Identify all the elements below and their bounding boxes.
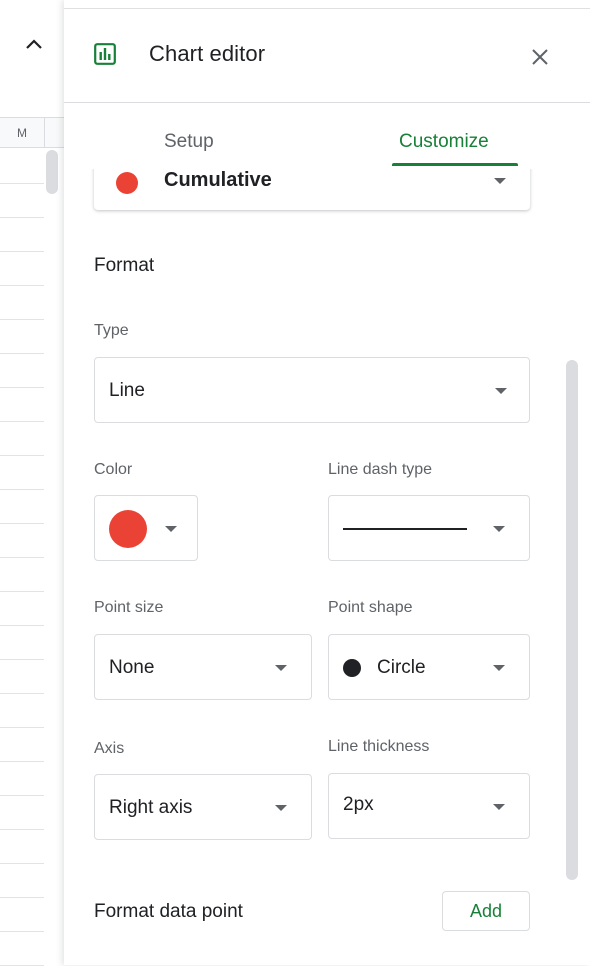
point-size-value: None	[109, 657, 155, 678]
sheet-row[interactable]	[0, 592, 44, 626]
point-shape-select[interactable]: Circle	[328, 634, 530, 700]
sheet-row[interactable]	[0, 558, 44, 592]
line-dash-type-label: Line dash type	[328, 461, 433, 478]
sheet-row[interactable]	[0, 320, 44, 354]
line-thickness-value: 2px	[343, 794, 374, 815]
tab-setup[interactable]: Setup	[164, 131, 214, 153]
sheet-row[interactable]	[0, 694, 44, 728]
sheet-row[interactable]	[0, 864, 44, 898]
sheet-row[interactable]	[0, 388, 44, 422]
axis-label: Axis	[94, 740, 125, 757]
sheet-row[interactable]	[0, 422, 44, 456]
sheet-scrollbar[interactable]	[46, 150, 58, 194]
format-section-title: Format	[94, 255, 155, 276]
point-shape-label: Point shape	[328, 599, 413, 616]
chevron-down-icon	[495, 388, 507, 394]
sheet-row[interactable]	[0, 218, 44, 252]
type-label: Type	[94, 322, 129, 339]
series-label: Cumulative	[164, 169, 272, 191]
sheet-row[interactable]	[0, 660, 44, 694]
point-size-label: Point size	[94, 599, 164, 616]
axis-select[interactable]: Right axis	[94, 774, 312, 840]
sheet-row[interactable]	[0, 184, 44, 218]
chevron-up-icon	[26, 39, 42, 49]
column-header-m[interactable]: M	[0, 118, 45, 147]
active-tab-indicator	[392, 163, 518, 166]
close-icon	[532, 49, 548, 65]
add-data-point-button[interactable]: Add	[442, 891, 530, 931]
sheet-row[interactable]	[0, 898, 44, 932]
circle-shape-icon	[343, 659, 361, 677]
sheet-row[interactable]	[0, 796, 44, 830]
color-label: Color	[94, 461, 133, 478]
chevron-down-icon	[493, 526, 505, 532]
line-thickness-label: Line thickness	[328, 738, 430, 755]
sheet-row[interactable]	[0, 252, 44, 286]
chevron-down-icon	[275, 805, 287, 811]
spreadsheet-strip: M	[0, 0, 65, 966]
type-value: Line	[109, 380, 145, 401]
type-select[interactable]: Line	[94, 357, 530, 423]
sheet-row[interactable]	[0, 286, 44, 320]
sheet-rows	[0, 150, 44, 966]
sheet-row[interactable]	[0, 490, 44, 524]
editor-header: Chart editor	[64, 9, 590, 103]
chevron-down-icon	[275, 665, 287, 671]
color-swatch	[109, 510, 147, 548]
axis-value: Right axis	[109, 797, 193, 818]
sheet-row[interactable]	[0, 626, 44, 660]
column-header-row: M	[0, 117, 64, 148]
color-select[interactable]	[94, 495, 198, 561]
line-dash-type-select[interactable]	[328, 495, 530, 561]
solid-line-preview	[343, 528, 467, 530]
sheet-row[interactable]	[0, 830, 44, 864]
chevron-down-icon	[493, 804, 505, 810]
sheet-row[interactable]	[0, 354, 44, 388]
point-size-select[interactable]: None	[94, 634, 312, 700]
tab-customize[interactable]: Customize	[399, 131, 489, 153]
chevron-down-icon	[493, 665, 505, 671]
sheet-row[interactable]	[0, 524, 44, 558]
collapse-toolbar-button[interactable]	[20, 30, 48, 58]
chevron-down-icon	[494, 178, 506, 184]
bar-chart-icon	[94, 43, 116, 65]
series-color-dot	[116, 172, 138, 194]
editor-title: Chart editor	[149, 41, 266, 66]
sheet-row[interactable]	[0, 762, 44, 796]
sheet-row[interactable]	[0, 728, 44, 762]
point-shape-value: Circle	[377, 657, 426, 678]
line-thickness-select[interactable]: 2px	[328, 773, 530, 839]
panel-scrollbar[interactable]	[566, 360, 578, 880]
chevron-down-icon	[165, 526, 177, 532]
chart-editor-panel: Chart editor Cumulative Setup Customize …	[64, 0, 590, 965]
sheet-row[interactable]	[0, 150, 44, 184]
sheet-row[interactable]	[0, 932, 44, 966]
sheet-row[interactable]	[0, 456, 44, 490]
format-data-point-title: Format data point	[94, 901, 243, 922]
editor-tabs: Setup Customize	[64, 103, 590, 169]
close-editor-button[interactable]	[526, 43, 554, 71]
